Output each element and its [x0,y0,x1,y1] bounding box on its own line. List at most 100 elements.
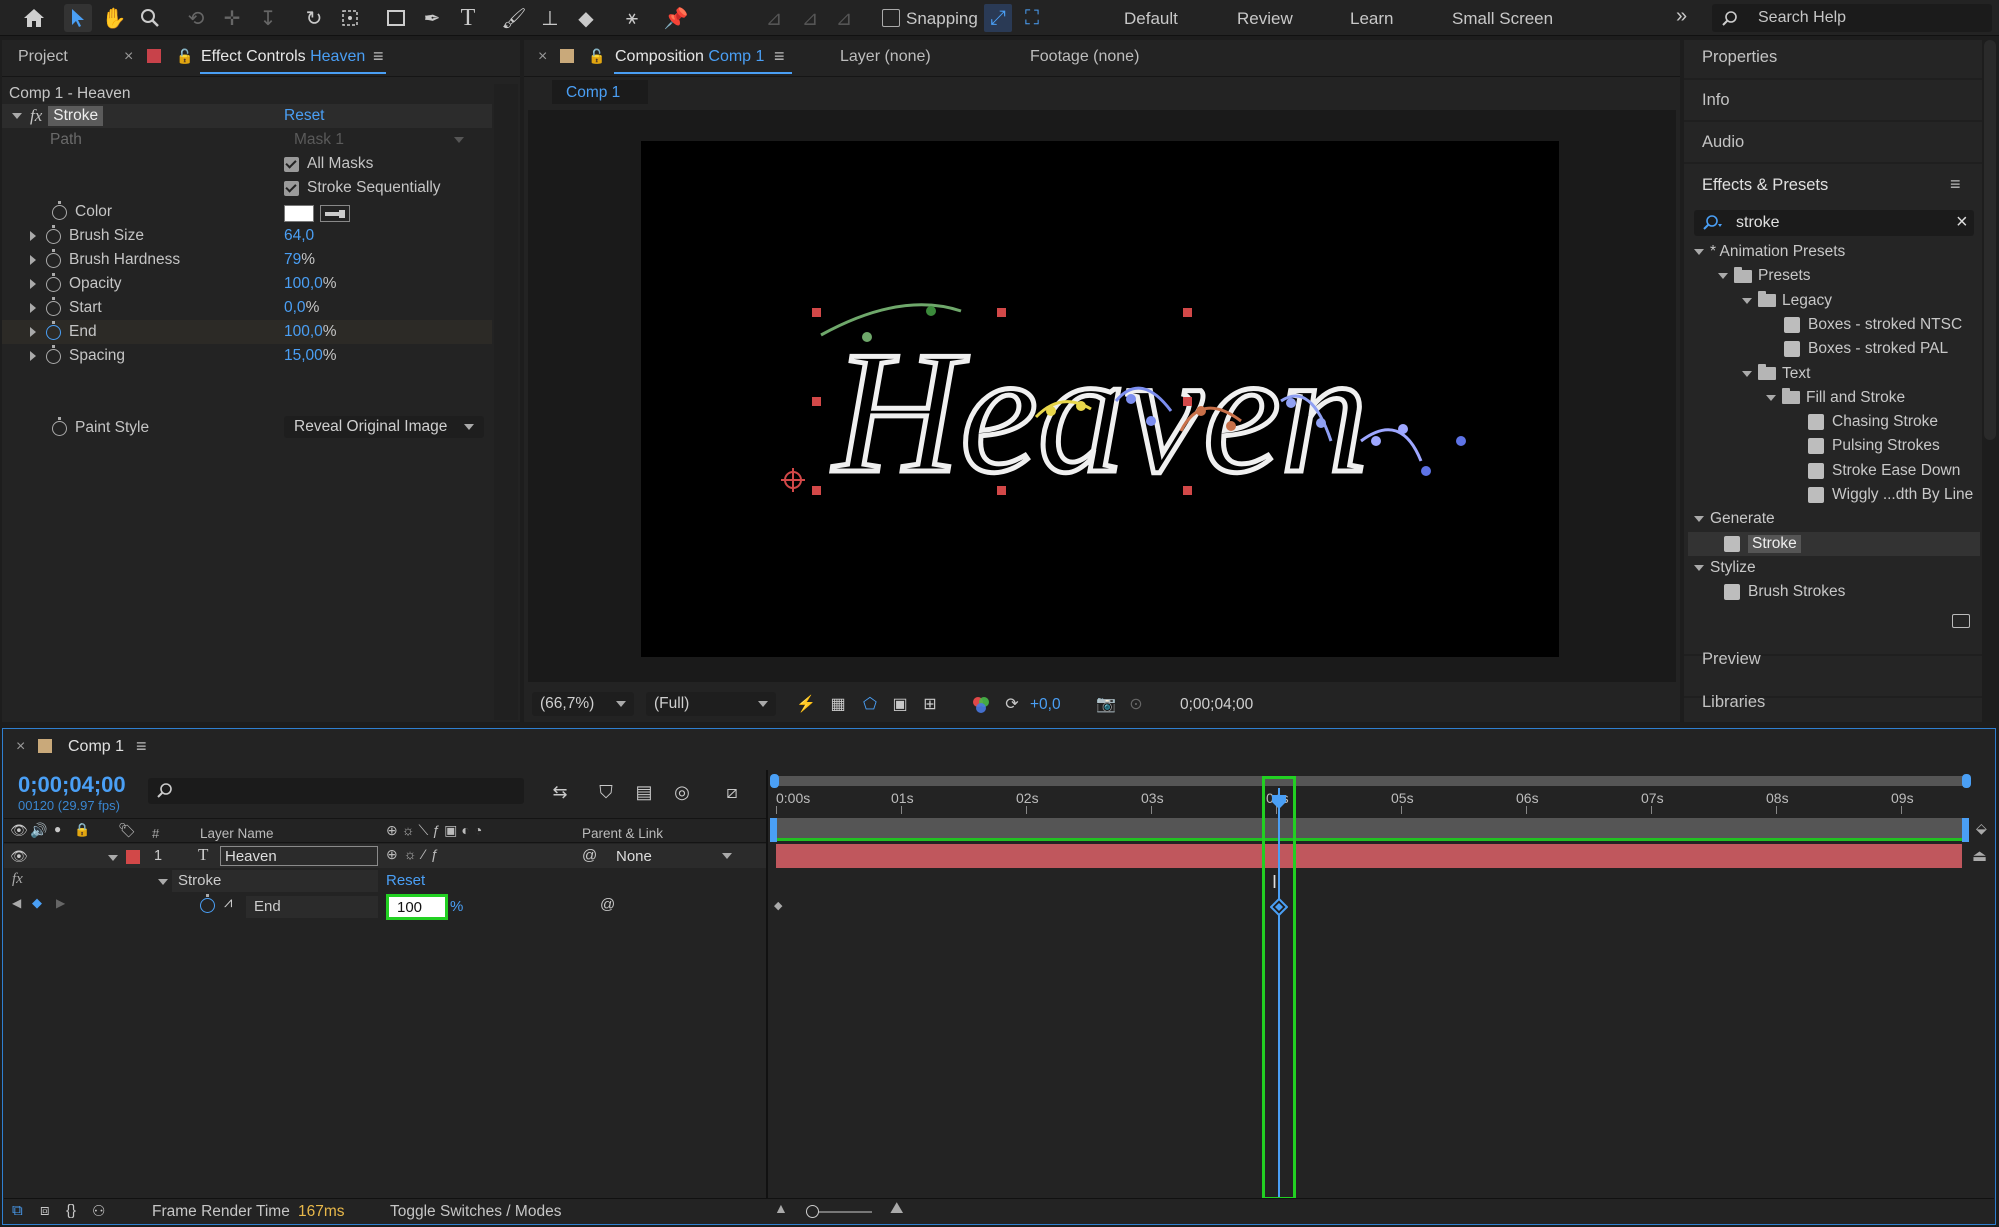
layer-expand-arrow-icon[interactable] [108,855,118,861]
effects-tree-item[interactable]: Generate [1694,507,1775,531]
pen-tool-icon[interactable]: ✒ [418,4,446,32]
snapping-checkbox[interactable] [882,9,900,27]
effect-property-value[interactable]: 0,0% [284,296,319,320]
orbit-camera-icon[interactable]: ⟲ [182,4,210,32]
tab-timeline-comp1[interactable]: Comp 1 [68,738,124,756]
stopwatch-icon[interactable] [46,248,61,268]
render-time-toggle-icon[interactable]: ⚇ [92,1202,105,1220]
in-point-handle[interactable] [770,818,777,842]
effects-tree-item[interactable]: Boxes - stroked NTSC [1766,313,1962,337]
effects-tree-item[interactable]: Brush Strokes [1718,580,1845,604]
collapse-arrow-icon[interactable] [12,113,22,119]
end-value-input[interactable]: 100 [386,894,448,920]
expand-arrow-icon[interactable] [30,255,36,265]
tab-layer[interactable]: Layer (none) [840,48,931,66]
zoom-tool-icon[interactable] [136,4,164,32]
stopwatch-icon[interactable] [46,320,61,340]
color-swatch[interactable] [284,205,314,222]
timeline-effect-name[interactable]: Stroke [178,872,221,889]
lock-icon[interactable]: 🔓 [176,48,193,65]
chevron-down-icon[interactable] [1694,516,1704,523]
panel-menu-icon[interactable]: ≡ [136,736,147,757]
all-masks-checkbox[interactable] [284,156,299,172]
toggle-switches-modes-button[interactable]: Toggle Switches / Modes [390,1203,561,1221]
chevron-down-icon[interactable] [1694,564,1704,571]
effects-tree-item[interactable]: Wiggly ...dth By Line [1790,483,1973,507]
chevron-down-icon[interactable] [1694,249,1704,255]
selection-tool-icon[interactable] [64,4,92,32]
panel-menu-icon[interactable]: ≡ [1950,174,1961,195]
out-point-handle[interactable] [1962,818,1969,842]
graph-icon[interactable]: ⩘ [224,894,232,911]
stopwatch-icon[interactable] [46,296,61,316]
chevron-down-icon[interactable] [1718,273,1728,280]
pan-camera-icon[interactable]: ✛ [218,4,246,32]
region-of-interest-icon[interactable]: ▣ [890,694,910,714]
brush-tool-icon[interactable]: 🖌 [500,4,528,32]
all-masks-option[interactable]: All Masks [284,152,373,176]
effect-name[interactable]: Stroke [48,106,104,126]
layer-duration-bar[interactable] [776,844,1962,868]
workspace-small-screen[interactable]: Small Screen [1452,9,1553,29]
channel-icon[interactable] [972,696,990,714]
effects-tree-item[interactable]: Stroke Ease Down [1790,459,1960,483]
reset-exposure-icon[interactable]: ⟳ [1002,694,1022,714]
axis-local-icon[interactable]: ⊿ [760,4,788,32]
workspace-learn[interactable]: Learn [1350,9,1393,29]
exposure-value[interactable]: +0,0 [1030,696,1061,714]
audio-panel-header[interactable]: Audio [1702,133,1744,152]
rectangle-tool-icon[interactable] [382,4,410,32]
workspace-default[interactable]: Default [1124,9,1178,29]
panel-menu-icon[interactable]: ≡ [373,46,384,67]
layer-name-header[interactable]: Layer Name [200,826,274,841]
layer-switches-toggle-icon[interactable]: ⧉ [12,1202,23,1219]
draft-3d-icon[interactable]: ⛉ [594,780,618,804]
transfer-controls-toggle-icon[interactable]: ⧈ [40,1202,50,1219]
tab-footage[interactable]: Footage (none) [1030,48,1139,66]
roto-brush-icon[interactable]: ⚹ [618,4,646,32]
expand-arrow-icon[interactable] [30,279,36,289]
effects-tree-item[interactable]: Pulsing Strokes [1790,434,1940,458]
pan-behind-tool-icon[interactable] [336,4,364,32]
timeline-current-time[interactable]: 0;00;04;00 [18,772,126,798]
stroke-sequentially-option[interactable]: Stroke Sequentially [284,176,441,200]
in-out-toggle-icon[interactable]: {} [66,1202,76,1219]
next-keyframe-icon[interactable]: ▶ [56,896,65,910]
libraries-panel-header[interactable]: Libraries [1702,693,1765,712]
stopwatch-icon[interactable] [52,416,67,436]
keyframe-start[interactable]: ◆ [774,899,782,912]
grid-guides-icon[interactable]: ⊞ [920,694,940,714]
stopwatch-icon[interactable] [52,200,67,220]
show-snapshot-icon[interactable]: ⊙ [1126,694,1146,714]
workspace-overflow-button[interactable]: » [1676,5,1687,28]
hand-tool-icon[interactable]: ✋ [100,4,128,32]
search-help-field[interactable]: Search Help [1712,4,1992,32]
scrollbar[interactable] [494,84,518,720]
clone-stamp-icon[interactable]: ⊥ [536,4,564,32]
pick-whip-icon[interactable]: @ [582,847,597,864]
fx-icon[interactable]: fx [12,871,23,888]
snap-features-icon[interactable]: ⛶ [1018,4,1046,32]
effect-expand-arrow-icon[interactable] [158,879,168,885]
magnification-dropdown[interactable]: (66,7%) [532,692,634,716]
chevron-down-icon[interactable] [1742,370,1752,377]
effects-tree-item[interactable]: Stylize [1694,556,1756,580]
comp-mini-flowchart-icon[interactable]: ⇆ [548,780,572,804]
info-panel-header[interactable]: Info [1702,91,1730,110]
axis-view-icon[interactable]: ⊿ [830,4,858,32]
work-area-end-handle[interactable] [1962,774,1971,788]
effects-search-field[interactable]: stroke × [1694,210,1974,236]
comp-breadcrumb[interactable]: Comp 1 [552,80,648,104]
stopwatch-icon[interactable] [200,894,215,913]
stopwatch-icon[interactable] [46,224,61,244]
stroke-sequentially-checkbox[interactable] [284,180,299,196]
effects-tree-item[interactable]: Chasing Stroke [1790,410,1938,434]
expand-arrow-icon[interactable] [30,327,36,337]
timeline-search-field[interactable] [148,778,524,804]
close-tab-icon[interactable]: × [124,48,133,66]
close-tab-icon[interactable]: × [16,738,25,756]
expand-arrow-icon[interactable] [30,351,36,361]
tab-project[interactable]: Project [18,48,68,66]
effect-property-value[interactable]: 64,0 [284,224,314,248]
chevron-down-icon[interactable] [1766,394,1776,401]
